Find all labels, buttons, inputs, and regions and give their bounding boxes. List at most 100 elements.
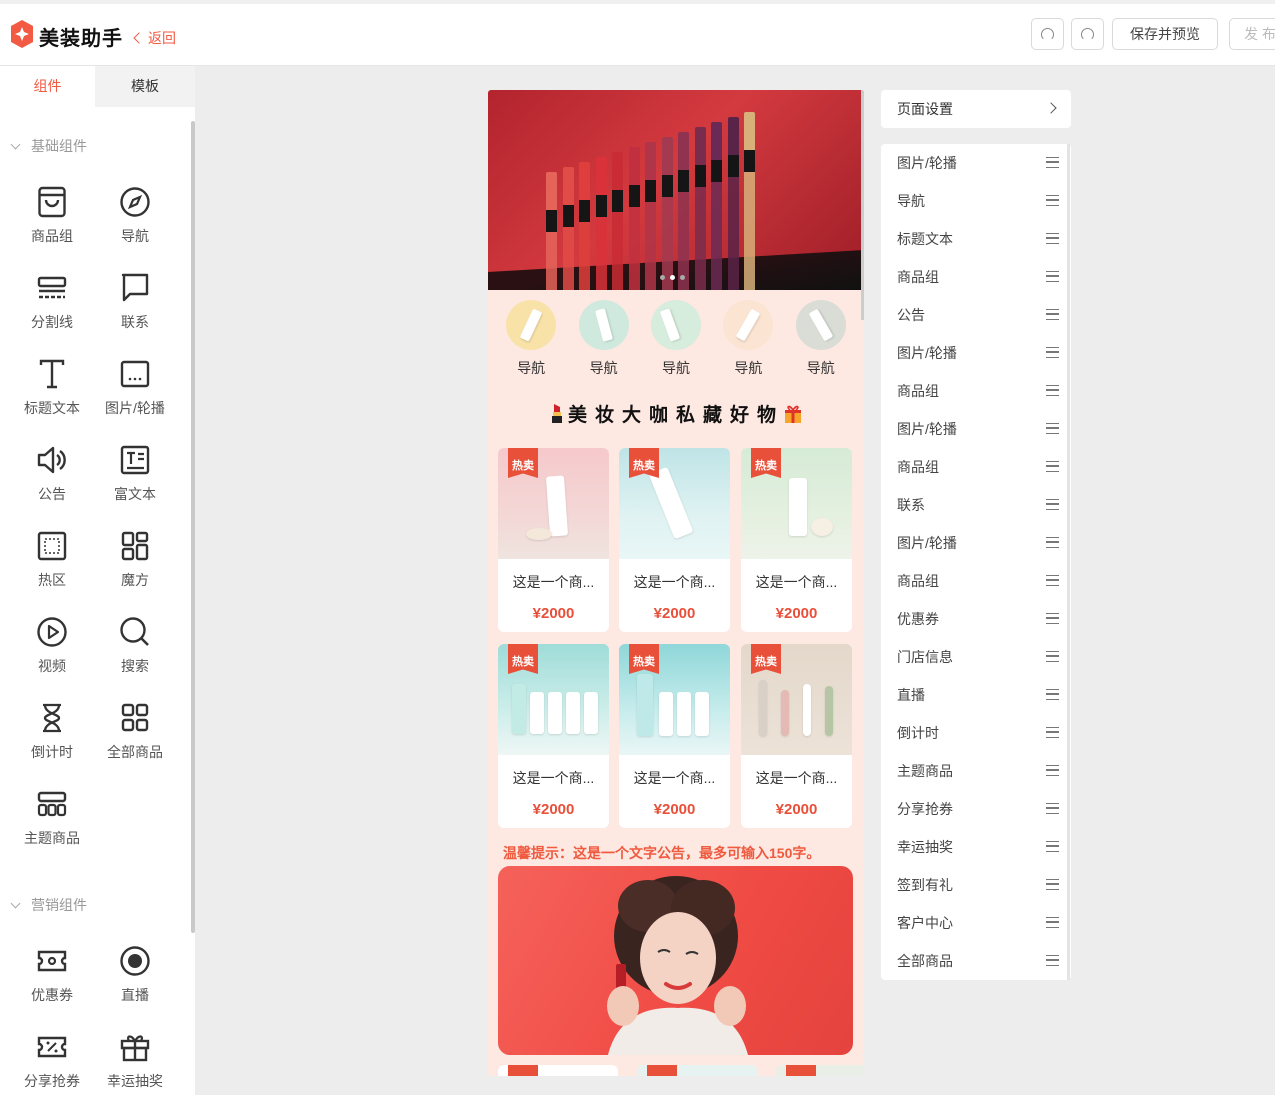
drag-handle-icon[interactable] xyxy=(1046,195,1059,206)
banner-carousel[interactable] xyxy=(488,90,864,290)
layer-item[interactable]: 图片/轮播 xyxy=(881,524,1071,562)
layer-item[interactable]: 商品组 xyxy=(881,448,1071,486)
product-card[interactable]: 热卖 这是一个商... ¥2000 xyxy=(498,644,609,828)
layer-item[interactable]: 客户中心 xyxy=(881,904,1071,942)
nav-item[interactable]: 导航 xyxy=(574,300,634,378)
component-coupon[interactable]: 优惠券 xyxy=(12,945,92,1005)
component-goods-group[interactable]: 商品组 xyxy=(12,186,92,246)
component-lucky-draw[interactable]: 幸运抽奖 xyxy=(95,1031,175,1091)
layer-item[interactable]: 分享抢券 xyxy=(881,790,1071,828)
carousel-dots[interactable] xyxy=(660,275,685,280)
layer-item[interactable]: 商品组 xyxy=(881,372,1071,410)
component-magic-cube[interactable]: 魔方 xyxy=(95,530,175,590)
undo-button[interactable] xyxy=(1031,18,1064,50)
product-card[interactable]: 热卖 这是一个商... ¥2000 xyxy=(741,644,852,828)
drag-handle-icon[interactable] xyxy=(1046,461,1059,472)
layer-item[interactable]: 商品组 xyxy=(881,258,1071,296)
layer-item[interactable]: 全部商品 xyxy=(881,942,1071,980)
drag-handle-icon[interactable] xyxy=(1046,309,1059,320)
nav-item[interactable]: 导航 xyxy=(646,300,706,378)
nav-item[interactable]: 导航 xyxy=(791,300,851,378)
carousel-dot-active[interactable] xyxy=(670,275,675,280)
nav-item[interactable]: 导航 xyxy=(501,300,561,378)
carousel-dot[interactable] xyxy=(660,275,665,280)
component-all-goods[interactable]: 全部商品 xyxy=(95,702,175,762)
component-rich-text[interactable]: 富文本 xyxy=(95,444,175,504)
redo-button[interactable] xyxy=(1071,18,1104,50)
component-search[interactable]: 搜索 xyxy=(95,616,175,676)
product-card[interactable]: 热卖 这是一个商... ¥2000 xyxy=(619,448,730,632)
layer-item[interactable]: 导航 xyxy=(881,182,1071,220)
drag-handle-icon[interactable] xyxy=(1046,271,1059,282)
layer-item[interactable]: 公告 xyxy=(881,296,1071,334)
layer-label: 全部商品 xyxy=(897,953,953,969)
layer-item[interactable]: 商品组 xyxy=(881,562,1071,600)
layer-item[interactable]: 标题文本 xyxy=(881,220,1071,258)
component-title-text[interactable]: 标题文本 xyxy=(12,358,92,418)
save-preview-button[interactable]: 保存并预览 xyxy=(1112,18,1218,50)
layer-item[interactable]: 幸运抽奖 xyxy=(881,828,1071,866)
product-card[interactable]: 热卖 这是一个商... ¥2000 xyxy=(498,448,609,632)
component-image-carousel[interactable]: 图片/轮播 xyxy=(95,358,175,418)
layer-label: 门店信息 xyxy=(897,649,953,665)
promo-image[interactable] xyxy=(498,866,853,1055)
product-card[interactable]: 热卖 这是一个商... ¥2000 xyxy=(619,644,730,828)
drag-handle-icon[interactable] xyxy=(1046,499,1059,510)
drag-handle-icon[interactable] xyxy=(1046,651,1059,662)
component-share-coupon[interactable]: 分享抢券 xyxy=(12,1031,92,1091)
drag-handle-icon[interactable] xyxy=(1046,613,1059,624)
component-divider[interactable]: 分割线 xyxy=(12,272,92,332)
drag-handle-icon[interactable] xyxy=(1046,879,1059,890)
drag-handle-icon[interactable] xyxy=(1046,537,1059,548)
carousel-dot[interactable] xyxy=(680,275,685,280)
layer-item[interactable]: 图片/轮播 xyxy=(881,410,1071,448)
tab-components[interactable]: 组件 xyxy=(0,66,95,107)
layer-item[interactable]: 图片/轮播 xyxy=(881,144,1071,182)
nav-item[interactable]: 导航 xyxy=(718,300,778,378)
layer-item[interactable]: 图片/轮播 xyxy=(881,334,1071,372)
layer-scrollbar[interactable] xyxy=(1067,144,1070,980)
component-hot-zone[interactable]: 热区 xyxy=(12,530,92,590)
back-link[interactable]: 返回 xyxy=(133,28,176,48)
basic-section-header[interactable]: 基础组件 xyxy=(10,136,87,156)
mobile-preview[interactable]: 导航 导航 导航 导航 导航 美妆大咖私藏好物 热卖 这是一个商... ¥200… xyxy=(488,90,864,1076)
drag-handle-icon[interactable] xyxy=(1046,385,1059,396)
marketing-section-header[interactable]: 营销组件 xyxy=(10,895,87,915)
component-video[interactable]: 视频 xyxy=(12,616,92,676)
drag-handle-icon[interactable] xyxy=(1046,955,1059,966)
drag-handle-icon[interactable] xyxy=(1046,841,1059,852)
drag-handle-icon[interactable] xyxy=(1046,233,1059,244)
drag-handle-icon[interactable] xyxy=(1046,423,1059,434)
layer-item[interactable]: 联系 xyxy=(881,486,1071,524)
drag-handle-icon[interactable] xyxy=(1046,157,1059,168)
product-card-peek xyxy=(498,1065,618,1076)
drag-handle-icon[interactable] xyxy=(1046,347,1059,358)
drag-handle-icon[interactable] xyxy=(1046,803,1059,814)
layer-item[interactable]: 直播 xyxy=(881,676,1071,714)
publish-button[interactable]: 发 布 xyxy=(1229,18,1275,50)
drag-handle-icon[interactable] xyxy=(1046,765,1059,776)
drag-handle-icon[interactable] xyxy=(1046,575,1059,586)
product-card[interactable]: 热卖 这是一个商... ¥2000 xyxy=(741,448,852,632)
drag-handle-icon[interactable] xyxy=(1046,689,1059,700)
layer-item[interactable]: 签到有礼 xyxy=(881,866,1071,904)
lipstick-base xyxy=(595,217,607,290)
layer-item[interactable]: 主题商品 xyxy=(881,752,1071,790)
lipstick-case xyxy=(694,165,706,187)
component-announcement[interactable]: 公告 xyxy=(12,444,92,504)
drag-handle-icon[interactable] xyxy=(1046,727,1059,738)
component-live[interactable]: 直播 xyxy=(95,945,175,1005)
tab-templates[interactable]: 模板 xyxy=(95,66,195,107)
component-contact[interactable]: 联系 xyxy=(95,272,175,332)
layer-item[interactable]: 优惠券 xyxy=(881,600,1071,638)
layer-item[interactable]: 倒计时 xyxy=(881,714,1071,752)
component-theme-goods[interactable]: 主题商品 xyxy=(12,788,92,848)
page-settings-button[interactable]: 页面设置 xyxy=(881,90,1071,128)
preview-scrollbar[interactable] xyxy=(861,90,864,320)
product-tube xyxy=(695,692,709,736)
component-navigation[interactable]: 导航 xyxy=(95,186,175,246)
layer-item[interactable]: 门店信息 xyxy=(881,638,1071,676)
drag-handle-icon[interactable] xyxy=(1046,917,1059,928)
component-countdown[interactable]: 倒计时 xyxy=(12,702,92,762)
panel-scrollbar[interactable] xyxy=(191,121,195,933)
